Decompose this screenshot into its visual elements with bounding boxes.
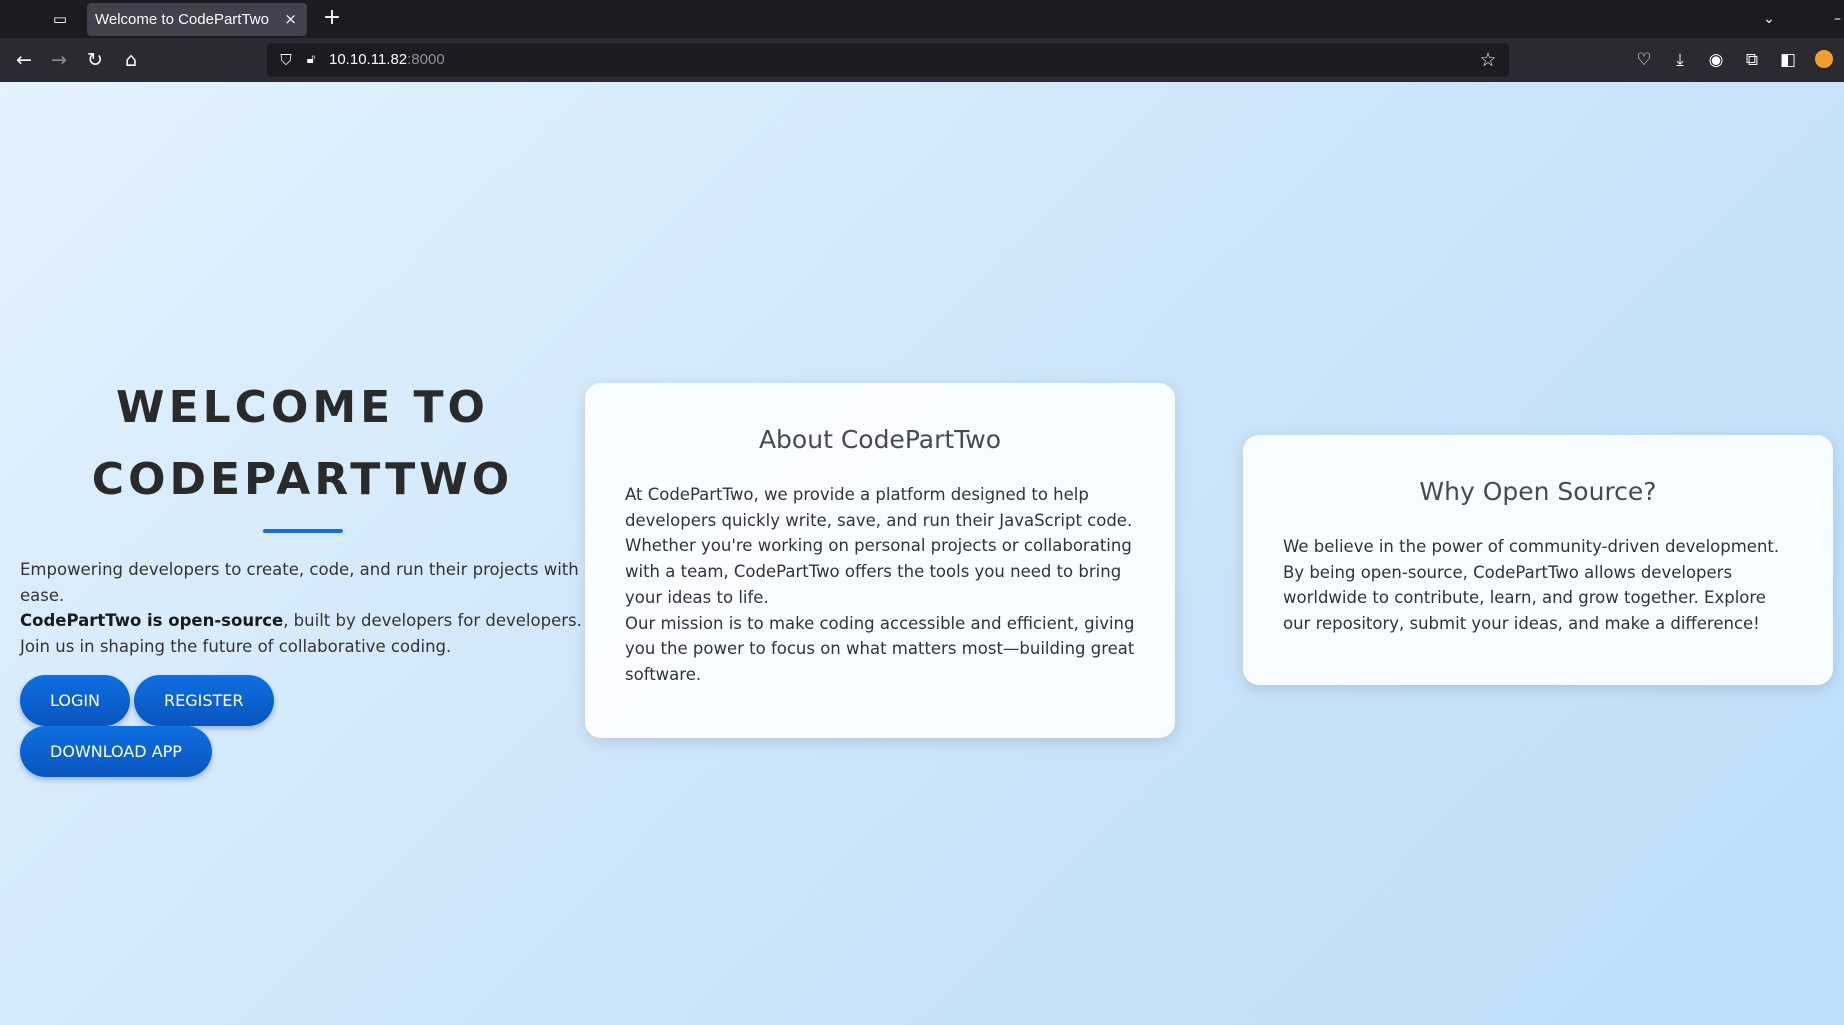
new-tab-icon[interactable]: +	[320, 6, 344, 30]
hero-buttons: LOGIN REGISTER DOWNLOAD APP	[20, 675, 585, 777]
tab-title: Welcome to CodePartTwo	[95, 11, 269, 28]
about-paragraph-2: Our mission is to make coding accessible…	[625, 613, 1135, 684]
why-card-title: Why Open Source?	[1419, 477, 1657, 506]
extensions-icon[interactable]: ⧉	[1740, 48, 1764, 72]
browser-tab[interactable]: Welcome to CodePartTwo ×	[87, 3, 307, 36]
sidebar-icon[interactable]: ◧	[1776, 48, 1800, 72]
home-icon[interactable]: ⌂	[118, 47, 144, 73]
hero-title: WELCOME TO CODEPARTTWO	[20, 372, 585, 516]
hero-open-source: CodePartTwo is open-source, built by dev…	[20, 608, 585, 659]
account-icon[interactable]: ◉	[1704, 48, 1728, 72]
login-button[interactable]: LOGIN	[20, 675, 131, 726]
url-port: :8000	[407, 51, 445, 68]
insecure-lock-icon[interactable]: 🔓︎	[300, 49, 322, 71]
hero-title-line-2: CODEPARTTWO	[91, 454, 514, 505]
url-host: 10.10.11.82	[329, 51, 408, 68]
pocket-icon[interactable]: ♡	[1632, 48, 1656, 72]
page-viewport: WELCOME TO CODEPARTTWO Empowering develo…	[0, 82, 1844, 1025]
hero-intro: Empowering developers to create, code, a…	[20, 560, 579, 605]
back-arrow-icon[interactable]: ←	[11, 47, 37, 73]
forward-arrow-icon[interactable]: →	[46, 47, 72, 73]
why-paragraph: We believe in the power of community-dri…	[1283, 537, 1780, 634]
open-source-bold: CodePartTwo is open-source	[20, 611, 284, 630]
address-bar[interactable]: ⛉ 🔓︎ 10.10.11.82:8000 ☆	[267, 43, 1509, 77]
tab-overview-icon[interactable]: ▭	[50, 9, 70, 29]
tab-close-icon[interactable]: ×	[284, 3, 297, 36]
hero-title-line-1: WELCOME TO	[116, 382, 489, 433]
why-open-source-card: Why Open Source? We believe in the power…	[1243, 435, 1833, 685]
download-app-button[interactable]: DOWNLOAD APP	[20, 726, 212, 777]
window-minimize-icon[interactable]: –	[1834, 8, 1844, 30]
about-card-title: About CodePartTwo	[758, 425, 1002, 454]
bookmark-star-icon[interactable]: ☆	[1477, 49, 1499, 71]
register-button[interactable]: REGISTER	[134, 675, 274, 726]
download-icon[interactable]: ⤓	[1668, 48, 1692, 72]
reload-icon[interactable]: ↻	[82, 47, 108, 73]
title-underline	[262, 529, 343, 533]
tab-list-chevron-icon[interactable]: ⌄	[1758, 8, 1780, 30]
about-paragraph-1: At CodePartTwo, we provide a platform de…	[625, 485, 1133, 607]
tracking-shield-icon[interactable]: ⛉	[275, 49, 297, 71]
hero-section: WELCOME TO CODEPARTTWO Empowering develo…	[20, 372, 585, 777]
url-text[interactable]: 10.10.11.82:8000	[329, 43, 445, 77]
browser-toolbar: ← → ↻ ⌂ ⛉ 🔓︎ 10.10.11.82:8000 ☆ ♡ ⤓ ◉ ⧉ …	[0, 38, 1844, 82]
browser-tab-strip: ▭ Welcome to CodePartTwo × + ⌄ –	[0, 0, 1844, 38]
extension-fox-icon[interactable]	[1815, 50, 1833, 68]
about-card: About CodePartTwo At CodePartTwo, we pro…	[585, 383, 1175, 738]
